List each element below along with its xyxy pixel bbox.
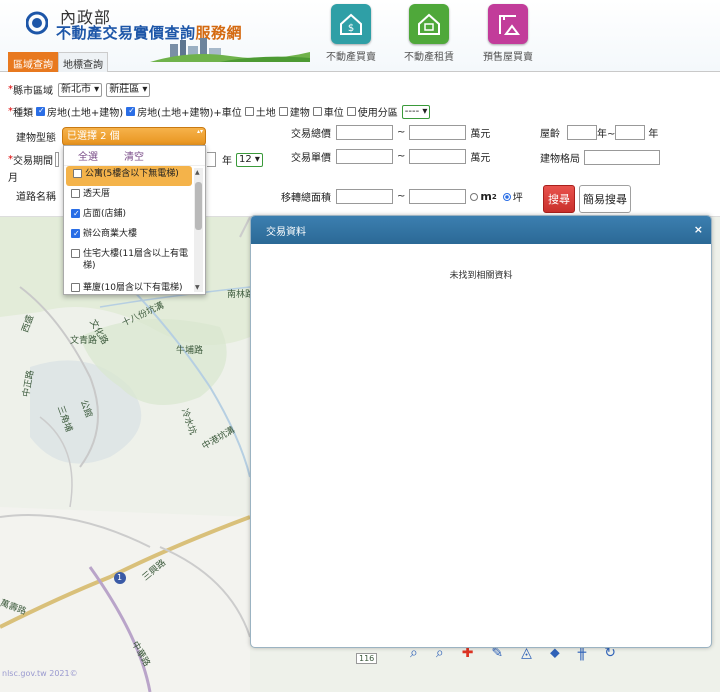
building-type-menu: 全選 清空 公寓(5樓含以下無電梯) 透天厝 店面(店鋪) 辦公商業大樓 住宅大… — [63, 145, 206, 295]
option-checkbox[interactable] — [71, 249, 80, 258]
area-min-input[interactable] — [336, 189, 393, 204]
option-residential-tower[interactable]: 住宅大樓(11層含以上有電梯) — [64, 246, 194, 280]
period-end-year-input[interactable] — [207, 152, 216, 167]
map-copyright: nlsc.gov.tw 2021© — [2, 669, 78, 678]
site-header: 內政部 不動產交易實價查詢服務網 $ 不動產買賣 不動產租賃 預售屋買賣 區域查… — [0, 0, 720, 81]
period-label: 交易期間 — [13, 156, 53, 167]
option-apartment[interactable]: 公寓(5樓含以下無電梯) — [66, 166, 192, 186]
scroll-thumb[interactable] — [195, 182, 202, 230]
nav-presale[interactable]: 預售屋買賣 — [473, 4, 543, 63]
age-max-input[interactable] — [615, 125, 646, 140]
period-row: * 交易期間 — [8, 152, 59, 167]
nav-label: 不動產租賃 — [404, 52, 454, 63]
nav-real-estate-rent[interactable]: 不動產租賃 — [394, 4, 464, 63]
area-unit-radio-ping[interactable] — [502, 192, 511, 201]
unit-price-row: 交易單價 ~ 萬元 — [291, 149, 491, 164]
road-row: 道路名稱 — [16, 188, 56, 203]
map-label: 牛埔路 — [176, 346, 204, 356]
type-checkbox-zoning[interactable] — [346, 107, 356, 116]
search-mode-tabs: 區域查詢 地標查詢 — [8, 52, 108, 73]
house-dollar-icon: $ — [331, 4, 371, 44]
building-type-dropdown[interactable]: 已選擇 2 個 — [62, 127, 206, 146]
select-all-button[interactable]: 全選 — [78, 148, 98, 163]
option-townhouse[interactable]: 透天厝 — [64, 186, 194, 206]
option-storefront[interactable]: 店面(店鋪) — [64, 206, 194, 226]
house-rent-icon — [409, 4, 449, 44]
road-label: 道路名稱 — [16, 192, 56, 203]
period-end-month-select[interactable]: 12 ▾ — [236, 152, 263, 167]
option-checkbox[interactable] — [71, 189, 80, 198]
nav-real-estate-sale[interactable]: $ 不動產買賣 — [316, 4, 386, 81]
type-checkbox-parking[interactable] — [312, 107, 322, 116]
type-checkbox-land-building-parking[interactable] — [126, 106, 136, 116]
total-price-min-input[interactable] — [336, 125, 393, 140]
total-price-max-input[interactable] — [409, 125, 467, 140]
close-icon[interactable]: × — [694, 223, 703, 236]
tab-landmark-search[interactable]: 地標查詢 — [58, 52, 108, 73]
area-unit-radio-m2[interactable] — [470, 192, 479, 201]
tab-district-search[interactable]: 區域查詢 — [8, 52, 58, 73]
menu-scrollbar[interactable]: ▲ ▼ — [194, 168, 203, 292]
layout-label: 建物格局 — [540, 154, 580, 165]
search-button[interactable]: 搜尋 — [543, 185, 575, 213]
map-route-label: 116 — [356, 653, 378, 664]
route-shield: 1 — [117, 573, 123, 582]
period-month-unit: 月 — [8, 173, 18, 184]
building-type-row: 建物型態 已選擇 2 個 — [16, 127, 206, 146]
county-select[interactable]: 新北市 ▾ — [58, 82, 103, 97]
panel-title: 交易資料 — [266, 226, 306, 238]
age-label: 屋齡 — [540, 129, 560, 140]
age-min-input[interactable] — [567, 125, 597, 140]
panel-header: 交易資料 × — [251, 216, 711, 244]
age-row: 屋齡 年~ 年 — [540, 125, 658, 140]
building-type-options: 公寓(5樓含以下無電梯) 透天厝 店面(店鋪) 辦公商業大樓 住宅大樓(11層含… — [64, 166, 194, 300]
ministry-emblem-icon — [26, 11, 48, 35]
unit-price-min-input[interactable] — [336, 149, 393, 164]
skyline-illustration — [150, 38, 310, 62]
zoning-select[interactable]: ---- ▾ — [401, 104, 431, 119]
option-office[interactable]: 辦公商業大樓 — [64, 226, 194, 246]
layout-row: 建物格局 — [540, 150, 660, 165]
svg-text:$: $ — [348, 23, 354, 34]
scroll-up-icon[interactable]: ▲ — [195, 169, 200, 176]
period-end-row: 年 12 ▾ — [207, 152, 267, 167]
no-data-message: 未找到相關資料 — [449, 271, 513, 281]
type-row: *種類 房地(土地+建物) 房地(土地+建物)+車位 土地 建物 車位 使用分區… — [8, 104, 434, 119]
total-price-label: 交易總價 — [291, 129, 331, 140]
type-checkbox-land-building[interactable] — [36, 106, 45, 116]
option-checkbox[interactable] — [71, 283, 80, 292]
map-label: 文青路 — [70, 336, 98, 346]
nav-label: 預售屋買賣 — [483, 52, 533, 63]
area-label: 移轉總面積 — [281, 193, 331, 204]
option-checkbox[interactable] — [73, 169, 82, 178]
crane-building-icon — [488, 4, 528, 44]
option-checkbox[interactable] — [71, 208, 80, 220]
scroll-down-icon[interactable]: ▼ — [195, 284, 200, 291]
unit-price-max-input[interactable] — [409, 149, 467, 164]
total-price-row: 交易總價 ~ 萬元 — [291, 125, 491, 140]
nav-label: 不動產買賣 — [326, 52, 376, 63]
transaction-panel: 交易資料 × 未找到相關資料 — [250, 215, 712, 648]
simple-search-button[interactable]: 簡易搜尋 — [579, 185, 631, 213]
area-row: 移轉總面積 ~ m2 坪 — [281, 189, 523, 204]
county-label: 縣市區域 — [13, 86, 53, 97]
layout-input[interactable] — [584, 150, 660, 165]
area-max-input[interactable] — [409, 189, 467, 204]
district-select[interactable]: 新莊區 ▾ — [106, 82, 151, 97]
type-label: 種類 — [13, 108, 33, 119]
option-checkbox[interactable] — [71, 228, 80, 240]
menu-actions: 全選 清空 — [64, 146, 205, 166]
type-checkbox-building[interactable] — [278, 107, 288, 116]
type-checkbox-land[interactable] — [244, 107, 254, 116]
clear-button[interactable]: 清空 — [124, 148, 144, 163]
county-row: * 縣市區域 新北市 ▾ 新莊區 ▾ — [8, 82, 154, 97]
unit-price-label: 交易單價 — [291, 153, 331, 164]
building-type-label: 建物型態 — [16, 133, 56, 144]
option-mid-rise[interactable]: 華廈(10層含以下有電梯) — [64, 280, 194, 300]
